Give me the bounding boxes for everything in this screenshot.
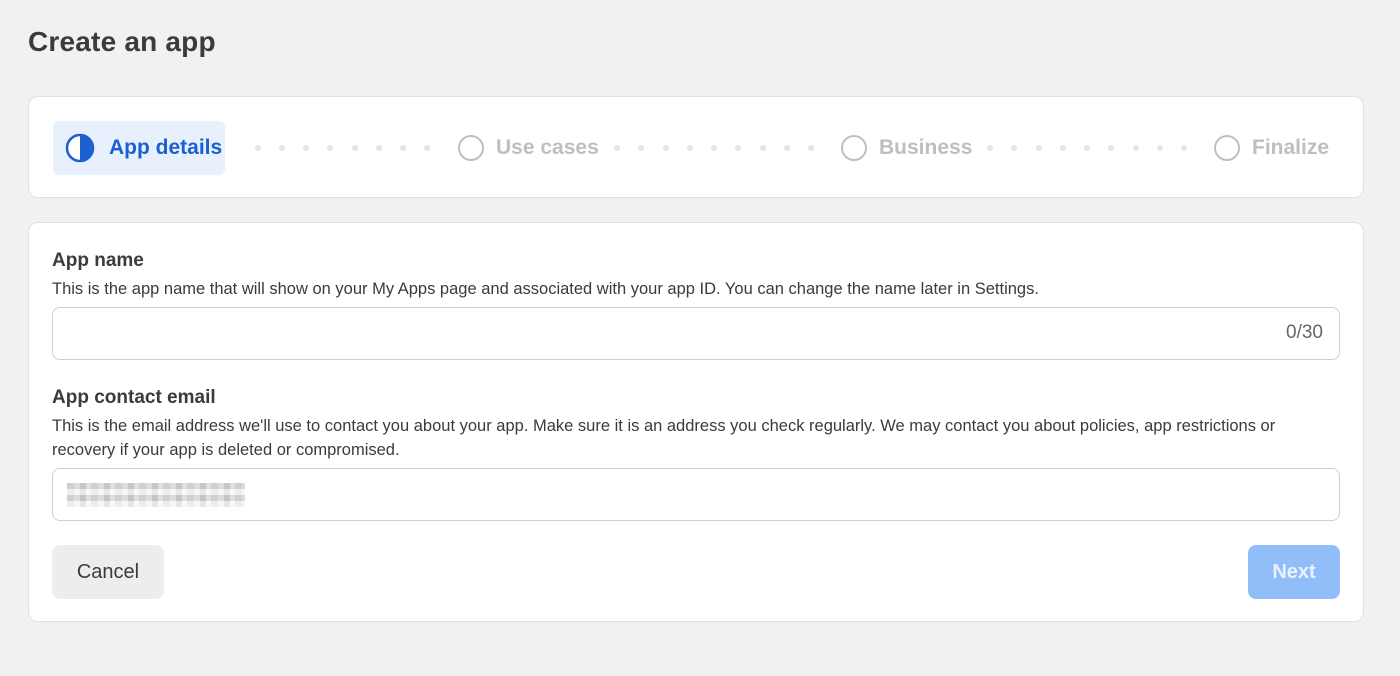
circle-icon (841, 135, 867, 161)
step-use-cases[interactable]: Use cases (458, 121, 599, 175)
app-name-description: This is the app name that will show on y… (52, 280, 1039, 298)
step-connector (255, 145, 430, 151)
step-connector (987, 145, 1187, 151)
circle-icon (1214, 135, 1240, 161)
step-finalize[interactable]: Finalize (1214, 121, 1329, 175)
contact-email-label: App contact email (52, 387, 216, 408)
half-circle-icon (65, 133, 95, 163)
step-business[interactable]: Business (841, 121, 972, 175)
step-label: Use cases (496, 136, 599, 159)
step-label: Business (879, 136, 973, 159)
cancel-button[interactable]: Cancel (52, 545, 164, 599)
step-label: Finalize (1252, 136, 1330, 159)
app-details-form: App name This is the app name that will … (28, 222, 1364, 622)
redacted-email-value (67, 483, 245, 507)
app-name-input[interactable]: 0/30 (52, 307, 1340, 360)
step-app-details[interactable]: App details (53, 121, 225, 175)
next-button[interactable]: Next (1248, 545, 1340, 599)
progress-stepper: App details Use cases Business Finalize (52, 121, 1340, 175)
step-label: App details (109, 136, 223, 159)
step-connector (614, 145, 814, 151)
page-title: Create an app (28, 26, 216, 57)
stepper-card: App details Use cases Business Finalize (28, 96, 1364, 198)
character-counter: 0/30 (1286, 322, 1323, 343)
contact-email-input[interactable] (52, 468, 1340, 521)
circle-icon (458, 135, 484, 161)
app-name-label: App name (52, 250, 144, 271)
contact-email-description: This is the email address we'll use to c… (52, 417, 1276, 459)
